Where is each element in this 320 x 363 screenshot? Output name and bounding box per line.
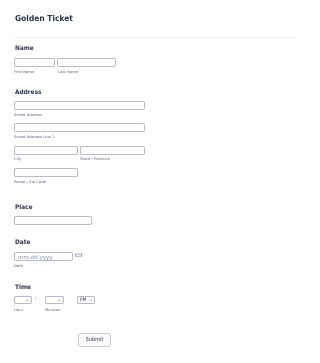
street-address-input[interactable]: [14, 101, 145, 110]
last-name-input[interactable]: [57, 58, 116, 67]
minutes-select[interactable]: ⌄: [45, 296, 64, 304]
date-input[interactable]: mm-dd-yyyy: [14, 252, 73, 261]
hour-sublabel: Hour: [14, 307, 24, 312]
state-input[interactable]: [80, 146, 145, 155]
postal-code-sublabel: Postal / Zip Code: [14, 179, 47, 184]
postal-code-input[interactable]: [14, 168, 78, 177]
ampm-value: PM: [80, 298, 87, 303]
street-address-line2-sublabel: Street Address Line 2: [14, 134, 55, 139]
time-label: Time: [15, 285, 31, 291]
first-name-sublabel: First Name: [14, 69, 35, 74]
minutes-sublabel: Minutes: [45, 307, 60, 312]
hour-select[interactable]: ⌄: [14, 296, 32, 304]
last-name-sublabel: Last Name: [58, 69, 79, 74]
name-label: Name: [15, 46, 34, 52]
address-label: Address: [15, 90, 42, 96]
place-input[interactable]: [14, 216, 92, 225]
street-address-sublabel: Street Address: [14, 112, 42, 117]
header-divider: [14, 37, 296, 38]
chevron-down-icon: ⌄: [57, 298, 61, 303]
form-title: Golden Ticket: [15, 14, 73, 23]
city-input[interactable]: [14, 146, 78, 155]
date-placeholder: mm-dd-yyyy: [18, 254, 53, 261]
submit-button[interactable]: Submit: [78, 333, 111, 347]
time-colon: :: [35, 297, 37, 302]
ampm-select[interactable]: PM ⌄: [77, 296, 95, 304]
city-sublabel: City: [14, 156, 22, 161]
date-sublabel: Date: [14, 263, 24, 268]
first-name-input[interactable]: [14, 58, 55, 67]
street-address-line2-input[interactable]: [14, 123, 145, 132]
chevron-down-icon: ⌄: [89, 298, 93, 303]
state-sublabel: State / Province: [80, 156, 110, 161]
place-label: Place: [15, 205, 33, 211]
date-label: Date: [15, 240, 31, 246]
calendar-icon[interactable]: [75, 252, 82, 261]
chevron-down-icon: ⌄: [25, 298, 29, 303]
